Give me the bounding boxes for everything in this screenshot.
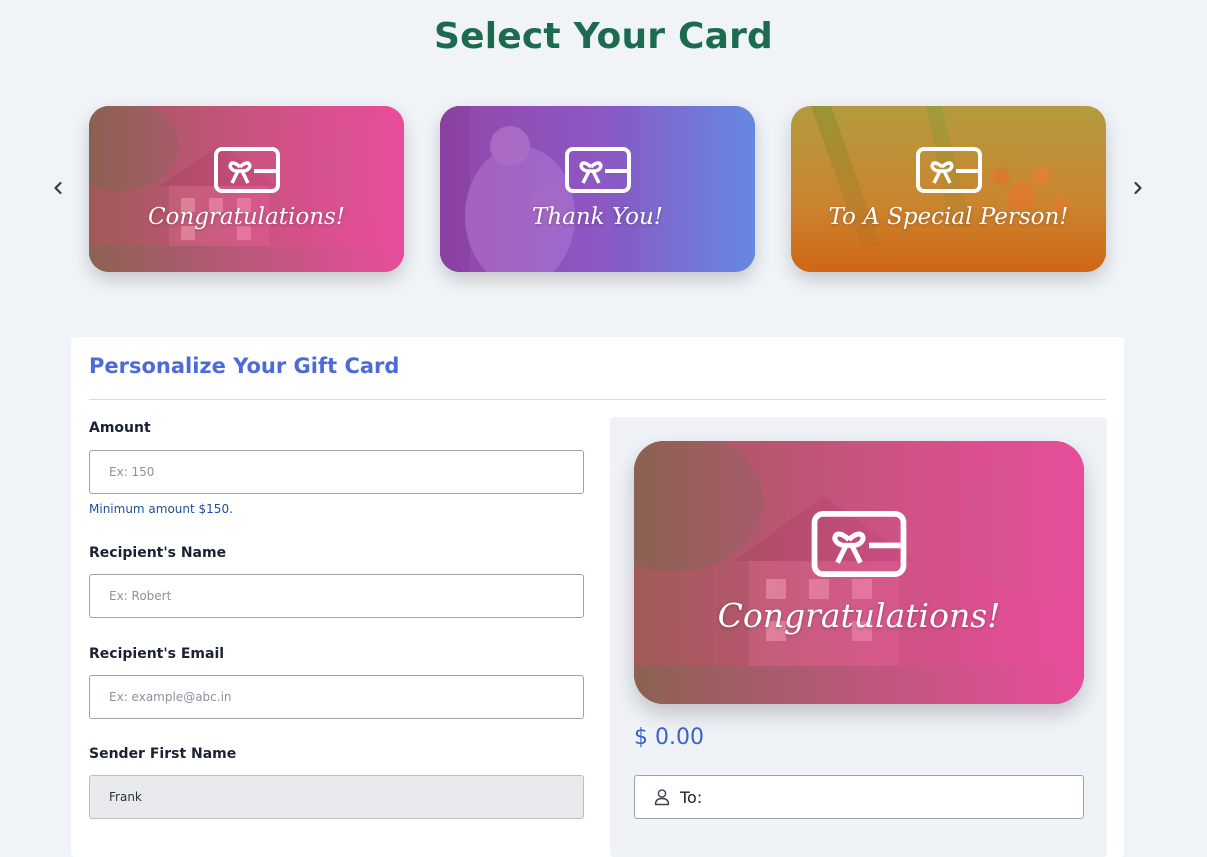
- divider: [89, 399, 1106, 400]
- chevron-right-icon: [1134, 181, 1142, 195]
- gift-card-icon: [811, 511, 907, 577]
- recipient-email-input[interactable]: Ex: example@abc.in: [89, 675, 584, 719]
- card-label: Thank You!: [531, 204, 663, 230]
- card-label: Congratulations!: [147, 204, 346, 230]
- gift-card-icon: [564, 147, 631, 193]
- gift-card-icon: [213, 147, 280, 193]
- page-title: Select Your Card: [433, 16, 774, 57]
- personalize-panel: Personalize Your Gift Card Amount Ex: 15…: [71, 337, 1124, 857]
- panel-title: Personalize Your Gift Card: [89, 354, 400, 378]
- preview-card-label: Congratulations!: [717, 596, 1001, 635]
- gift-card-preview: Congratulations! $ 0.00 To:: [610, 417, 1107, 857]
- gift-card-icon: [915, 147, 982, 193]
- recipient-email-label: Recipient's Email: [89, 646, 225, 662]
- sender-first-name-input[interactable]: Frank: [89, 775, 584, 819]
- to-label: To:: [680, 787, 703, 807]
- chevron-left-icon: [54, 181, 62, 195]
- amount-label: Amount: [89, 420, 151, 436]
- amount-input[interactable]: Ex: 150: [89, 450, 584, 494]
- recipient-name-label: Recipient's Name: [89, 545, 227, 561]
- card-thank-you[interactable]: Thank You!: [440, 106, 755, 272]
- amount-hint: Minimum amount $150.: [89, 502, 233, 516]
- preview-card: Congratulations!: [634, 441, 1084, 704]
- user-icon: [654, 789, 670, 806]
- to-field[interactable]: To:: [634, 775, 1084, 819]
- sender-first-name-label: Sender First Name: [89, 746, 237, 762]
- carousel-prev-button[interactable]: [46, 176, 70, 200]
- card-label: To A Special Person!: [828, 204, 1069, 230]
- card-congratulations[interactable]: Congratulations!: [89, 106, 404, 272]
- card-special-person[interactable]: To A Special Person!: [791, 106, 1106, 272]
- amount-display: $ 0.00: [634, 725, 704, 750]
- carousel-next-button[interactable]: [1126, 176, 1150, 200]
- recipient-name-input[interactable]: Ex: Robert: [89, 574, 584, 618]
